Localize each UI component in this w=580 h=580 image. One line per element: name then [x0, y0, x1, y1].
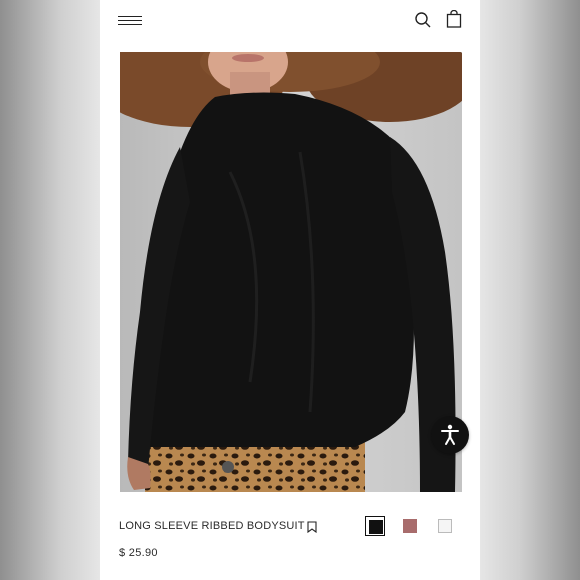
product-image[interactable] — [120, 52, 462, 492]
product-price: $ 25.90 — [119, 547, 158, 559]
bookmark-icon[interactable] — [307, 520, 317, 534]
swatch-fill — [369, 520, 383, 534]
accessibility-icon — [441, 424, 459, 445]
color-swatch-black[interactable] — [365, 516, 385, 536]
phone-screen: LONG SLEEVE RIBBED BODYSUIT $ 25.90 — [100, 0, 480, 580]
color-swatch-rose[interactable] — [400, 516, 420, 536]
product-name[interactable]: LONG SLEEVE RIBBED BODYSUIT — [119, 520, 305, 532]
top-navigation-bar — [100, 0, 480, 40]
color-swatch-white[interactable] — [435, 516, 455, 536]
shopping-bag-icon[interactable] — [446, 9, 462, 28]
swatch-fill — [438, 519, 452, 533]
accessibility-button[interactable] — [431, 416, 469, 454]
swatch-fill — [403, 519, 417, 533]
search-icon[interactable] — [414, 11, 432, 29]
hamburger-menu-icon[interactable] — [118, 14, 144, 28]
